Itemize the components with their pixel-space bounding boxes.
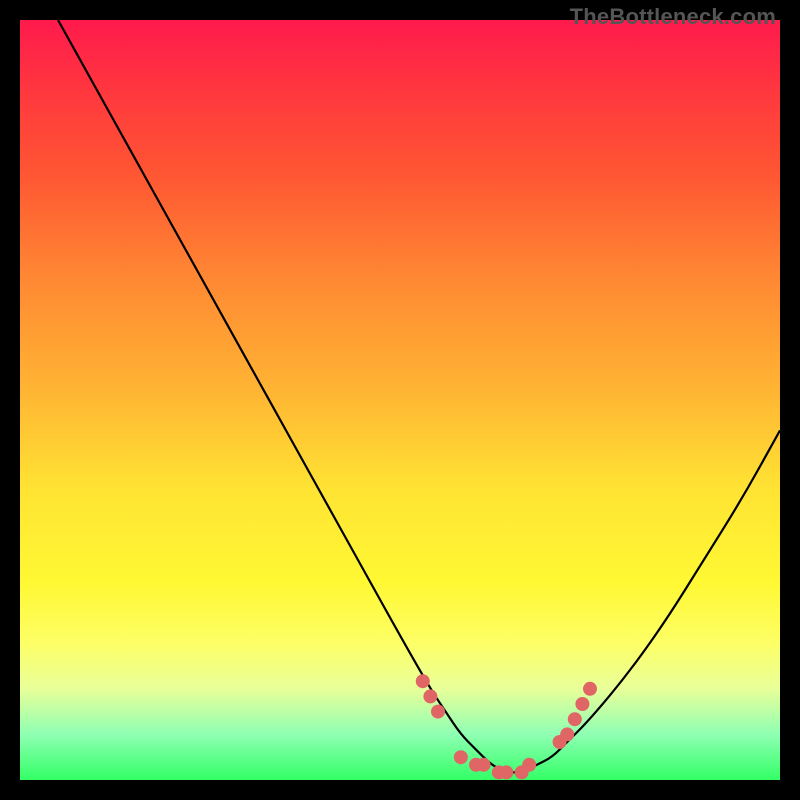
chart-background-gradient (20, 20, 780, 780)
watermark-text: TheBottleneck.com (570, 4, 776, 30)
chart-frame (20, 20, 780, 780)
